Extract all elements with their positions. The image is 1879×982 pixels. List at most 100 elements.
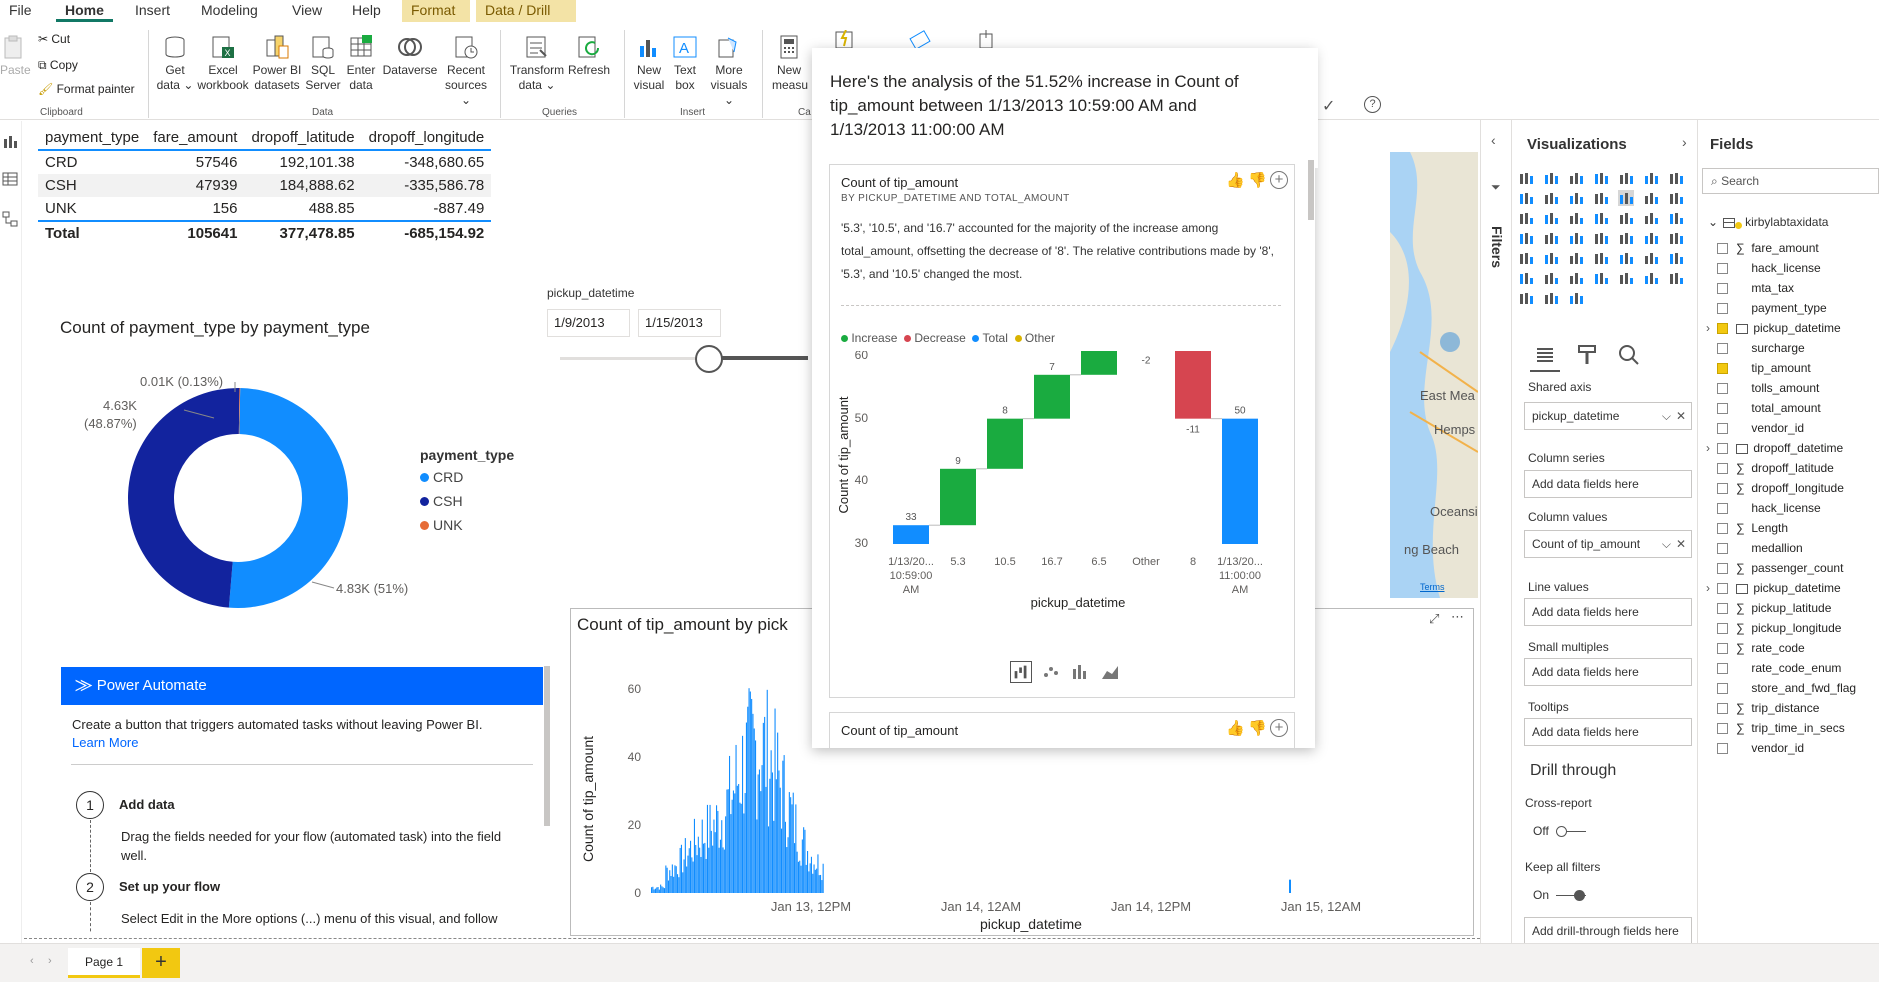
column-bar[interactable]: [743, 813, 745, 893]
waterfall-chart[interactable]: 33 1/13/20... 10:59:00 AM 9 5.3 8 10.5 7 16.7 6 6.5…: [830, 351, 1296, 621]
column-bar[interactable]: [752, 713, 754, 893]
column-bar[interactable]: [729, 755, 731, 893]
field-item[interactable]: payment_type: [1717, 298, 1827, 318]
new-measure-button[interactable]: New measu: [772, 34, 808, 93]
field-item[interactable]: › pickup_datetime: [1706, 578, 1841, 598]
column-bar[interactable]: [670, 875, 672, 893]
visual-type-icon[interactable]: [1668, 210, 1688, 230]
column-bar[interactable]: [817, 854, 819, 893]
fields-table-node[interactable]: ⌄ kirbylabtaxidata: [1708, 215, 1828, 229]
field-item[interactable]: ∑ fare_amount: [1717, 238, 1819, 258]
column-bar[interactable]: [667, 880, 669, 893]
slicer-start-input[interactable]: 1/9/2013: [547, 309, 630, 337]
visual-type-icon[interactable]: [1618, 170, 1638, 190]
area-type-icon[interactable]: [1099, 661, 1121, 683]
analytics-tab-icon[interactable]: [1618, 344, 1640, 366]
confirm-icon[interactable]: ✓: [1322, 96, 1335, 116]
column-bar[interactable]: [735, 744, 737, 893]
column-bar[interactable]: [801, 839, 803, 893]
quick-measure-icon[interactable]: [834, 30, 858, 50]
column-bar[interactable]: [784, 821, 786, 893]
visual-type-icon[interactable]: [1643, 190, 1663, 210]
prev-page-icon[interactable]: ‹: [30, 955, 34, 967]
field-checkbox[interactable]: [1717, 663, 1728, 675]
column-bar[interactable]: [756, 819, 758, 893]
visual-type-icon[interactable]: [1543, 270, 1563, 290]
page-tab-1[interactable]: Page 1: [68, 948, 140, 978]
column-bar[interactable]: [706, 804, 708, 893]
data-view-icon[interactable]: [2, 171, 18, 187]
format-tab-icon[interactable]: [1576, 344, 1598, 366]
visual-type-icon[interactable]: [1618, 270, 1638, 290]
column-bar[interactable]: [671, 864, 673, 893]
table-row[interactable]: UNK 156 488.85 -887.49: [38, 197, 492, 221]
column-bar[interactable]: [760, 791, 762, 893]
visual-type-icon[interactable]: [1668, 270, 1688, 290]
column-bar[interactable]: [1289, 879, 1291, 893]
model-view-icon[interactable]: [2, 211, 18, 227]
legend-item-total[interactable]: Total: [972, 331, 1008, 345]
column-bar[interactable]: [651, 887, 653, 893]
visual-type-icon[interactable]: [1518, 210, 1538, 230]
more-options-icon[interactable]: ⋯: [1451, 609, 1464, 625]
field-item[interactable]: tip_amount: [1717, 358, 1811, 378]
column-bar[interactable]: [748, 688, 750, 893]
field-item[interactable]: ∑ dropoff_latitude: [1717, 458, 1834, 478]
column-bar[interactable]: [744, 793, 746, 893]
tab-help[interactable]: Help: [343, 0, 390, 22]
visual-type-icon[interactable]: [1618, 210, 1638, 230]
collapse-left-icon[interactable]: ‹: [1491, 132, 1496, 148]
column-bar[interactable]: [810, 856, 812, 893]
next-page-icon[interactable]: ›: [48, 955, 52, 967]
field-checkbox[interactable]: [1717, 243, 1728, 255]
close-icon[interactable]: ✕: [1676, 403, 1686, 429]
column-bar[interactable]: [818, 875, 820, 893]
map-terms-link[interactable]: Terms: [1420, 582, 1445, 592]
close-icon[interactable]: ✕: [1676, 531, 1686, 557]
column-bar[interactable]: [771, 772, 773, 893]
waterfall-bar[interactable]: [987, 418, 1023, 469]
expand-icon[interactable]: ⤢: [1429, 611, 1439, 627]
field-item[interactable]: ∑ rate_code: [1717, 638, 1805, 658]
column-bar[interactable]: [682, 872, 684, 893]
waterfall-bar[interactable]: [1034, 374, 1070, 419]
column-bar[interactable]: [730, 814, 732, 893]
column-bar[interactable]: [727, 789, 729, 893]
column-bar[interactable]: [782, 760, 784, 893]
table-header[interactable]: payment_type: [38, 126, 146, 150]
column-bar[interactable]: [790, 797, 792, 893]
table-header[interactable]: dropoff_longitude: [362, 126, 492, 150]
visual-type-icon[interactable]: [1643, 270, 1663, 290]
field-item[interactable]: ∑ pickup_latitude: [1717, 598, 1831, 618]
chevron-right-icon[interactable]: ›: [1706, 578, 1710, 598]
get-data-button[interactable]: Get data ⌄: [154, 34, 196, 93]
field-checkbox[interactable]: [1717, 563, 1728, 575]
visual-type-icon[interactable]: [1618, 190, 1638, 210]
thumbs-up-icon[interactable]: 👍: [1226, 719, 1245, 737]
paste-button[interactable]: Paste: [0, 34, 31, 78]
column-bar[interactable]: [705, 858, 707, 893]
sql-server-button[interactable]: SQL Server: [304, 34, 342, 93]
field-item[interactable]: surcharge: [1717, 338, 1805, 358]
column-bar[interactable]: [684, 838, 686, 893]
column-bar[interactable]: [762, 722, 764, 893]
field-item[interactable]: mta_tax: [1717, 278, 1794, 298]
field-checkbox[interactable]: [1717, 363, 1728, 375]
waterfall-bar[interactable]: [940, 468, 976, 526]
tooltips-well[interactable]: Add data fields here: [1524, 718, 1692, 746]
field-checkbox[interactable]: [1717, 543, 1728, 555]
column-bar[interactable]: [721, 820, 723, 893]
visual-type-icon[interactable]: [1643, 250, 1663, 270]
column-bar[interactable]: [779, 787, 781, 893]
column-bar[interactable]: [704, 842, 706, 893]
column-bar[interactable]: [813, 864, 815, 893]
column-bar[interactable]: [703, 843, 705, 893]
field-checkbox[interactable]: [1717, 483, 1728, 495]
column-bar[interactable]: [688, 848, 690, 893]
column-bar[interactable]: [666, 867, 668, 893]
field-checkbox[interactable]: [1717, 283, 1728, 295]
column-bar[interactable]: [714, 832, 716, 893]
column-bar[interactable]: [661, 886, 663, 893]
column-bar[interactable]: [747, 706, 749, 893]
column-bar[interactable]: [770, 750, 772, 893]
